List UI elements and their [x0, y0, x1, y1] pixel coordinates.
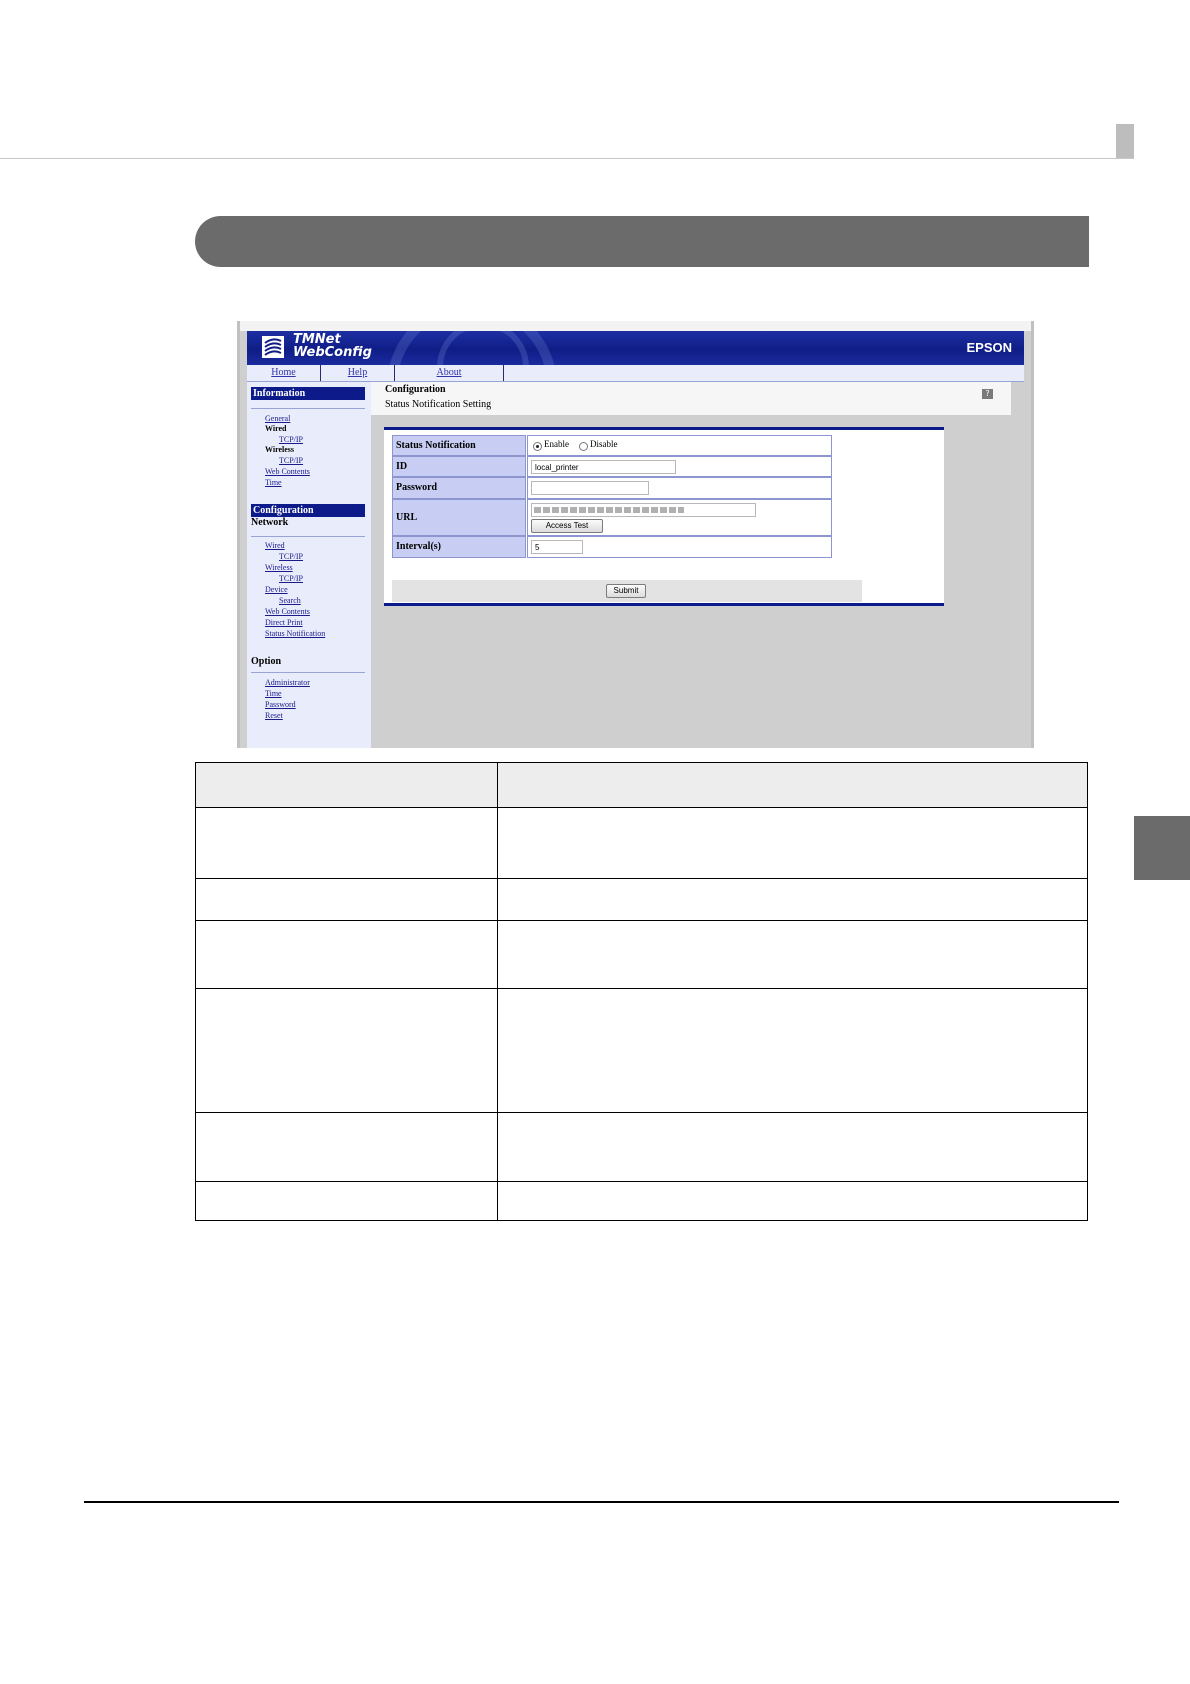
sidebar-item-general[interactable]: General	[265, 414, 290, 424]
sidebar-item-wireless: Wireless	[265, 445, 295, 454]
banner-decoration-inner	[437, 331, 529, 365]
sidebar-divider	[251, 536, 365, 537]
sidebar-header-information: Information	[251, 387, 365, 400]
sidebar-item-wired: Wired	[265, 424, 287, 433]
sidebar-header-option: Option	[251, 656, 282, 667]
nav-help[interactable]: Help	[321, 365, 395, 381]
sidebar-config-web-contents[interactable]: Web Contents	[265, 607, 310, 617]
side-tab	[1134, 816, 1190, 880]
password-input[interactable]	[531, 481, 649, 495]
enable-radio-label: Enable	[544, 439, 569, 449]
sidebar-option-password[interactable]: Password	[265, 700, 296, 710]
table-column-divider	[497, 763, 498, 1220]
sidebar-config-device-search[interactable]: Search	[279, 596, 301, 606]
sidebar-item-web-contents[interactable]: Web Contents	[265, 467, 310, 477]
description-table	[195, 762, 1088, 1221]
sidebar-config-wireless[interactable]: Wireless	[265, 563, 293, 573]
submit-bar: Submit	[392, 580, 862, 602]
disable-radio[interactable]	[579, 442, 588, 451]
sidebar-config-device[interactable]: Device	[265, 585, 288, 595]
table-row-divider	[196, 920, 1087, 921]
sidebar-header-configuration: Configuration	[251, 504, 365, 517]
logo-line-2: WebConfig	[293, 345, 372, 360]
password-label: Password	[392, 477, 526, 499]
interval-value-cell: 5	[527, 536, 832, 558]
table-row-divider	[196, 878, 1087, 879]
sidebar-divider	[251, 408, 365, 409]
status-notification-form: Status Notification Enable Disable ID lo…	[384, 427, 944, 606]
password-value-cell	[527, 477, 832, 499]
sidebar-divider	[251, 672, 365, 673]
status-notification-label: Status Notification	[392, 435, 526, 456]
sidebar-option-time[interactable]: Time	[265, 689, 282, 699]
bottom-rule	[84, 1501, 1119, 1503]
sidebar-item-wireless-tcpip[interactable]: TCP/IP	[279, 456, 303, 466]
table-row-divider	[196, 1181, 1087, 1182]
id-label: ID	[392, 456, 526, 477]
webconfig-screenshot: TMNet WebConfig EPSON Home Help About In…	[237, 321, 1034, 748]
url-blurred-text	[534, 507, 684, 513]
sidebar-config-status-notification[interactable]: Status Notification	[265, 629, 325, 639]
corner-mark	[1116, 124, 1134, 158]
table-row-divider	[196, 1112, 1087, 1113]
status-notification-value: Enable Disable	[527, 435, 832, 456]
disable-radio-label: Disable	[590, 439, 618, 449]
sidebar-option-administrator[interactable]: Administrator	[265, 678, 310, 688]
sidebar-item-wired-tcpip[interactable]: TCP/IP	[279, 435, 303, 445]
table-header-row	[196, 763, 1087, 807]
app-banner: TMNet WebConfig EPSON	[247, 331, 1024, 365]
help-icon[interactable]: ?	[982, 389, 993, 399]
id-input[interactable]: local_printer	[531, 460, 676, 474]
sidebar-config-wired-tcpip[interactable]: TCP/IP	[279, 552, 303, 562]
submit-button[interactable]: Submit	[606, 584, 646, 598]
sidebar-option-reset[interactable]: Reset	[265, 711, 283, 721]
url-label: URL	[392, 499, 526, 536]
table-row-divider	[196, 988, 1087, 989]
sidebar-config-wireless-tcpip[interactable]: TCP/IP	[279, 574, 303, 584]
sidebar-subheader-network: Network	[251, 517, 289, 528]
id-value-cell: local_printer	[527, 456, 832, 477]
nav-about[interactable]: About	[395, 365, 504, 381]
url-value-cell: Access Test	[527, 499, 832, 536]
app-logo-text: TMNet WebConfig	[293, 333, 372, 359]
page-subtitle: Status Notification Setting	[385, 399, 492, 410]
main-content: Configuration Status Notification Settin…	[371, 382, 1031, 748]
tmnet-logo-icon	[262, 336, 284, 358]
interval-input[interactable]: 5	[531, 540, 583, 554]
epson-brand: EPSON	[966, 340, 1012, 355]
nav-home[interactable]: Home	[247, 365, 321, 381]
table-row-divider	[196, 807, 1087, 808]
access-test-button[interactable]: Access Test	[531, 519, 603, 533]
content-header: Configuration Status Notification Settin…	[371, 382, 1011, 415]
page-title: Configuration	[385, 384, 446, 395]
sidebar-config-wired[interactable]: Wired	[265, 541, 285, 551]
top-navigation: Home Help About	[247, 365, 1024, 382]
top-rule	[0, 158, 1134, 159]
sidebar: Information General Wired TCP/IP Wireles…	[247, 382, 371, 748]
enable-radio[interactable]	[533, 442, 542, 451]
interval-label: Interval(s)	[392, 536, 526, 558]
sidebar-item-time[interactable]: Time	[265, 478, 282, 488]
sidebar-config-direct-print[interactable]: Direct Print	[265, 618, 303, 628]
section-bar	[195, 216, 1089, 267]
